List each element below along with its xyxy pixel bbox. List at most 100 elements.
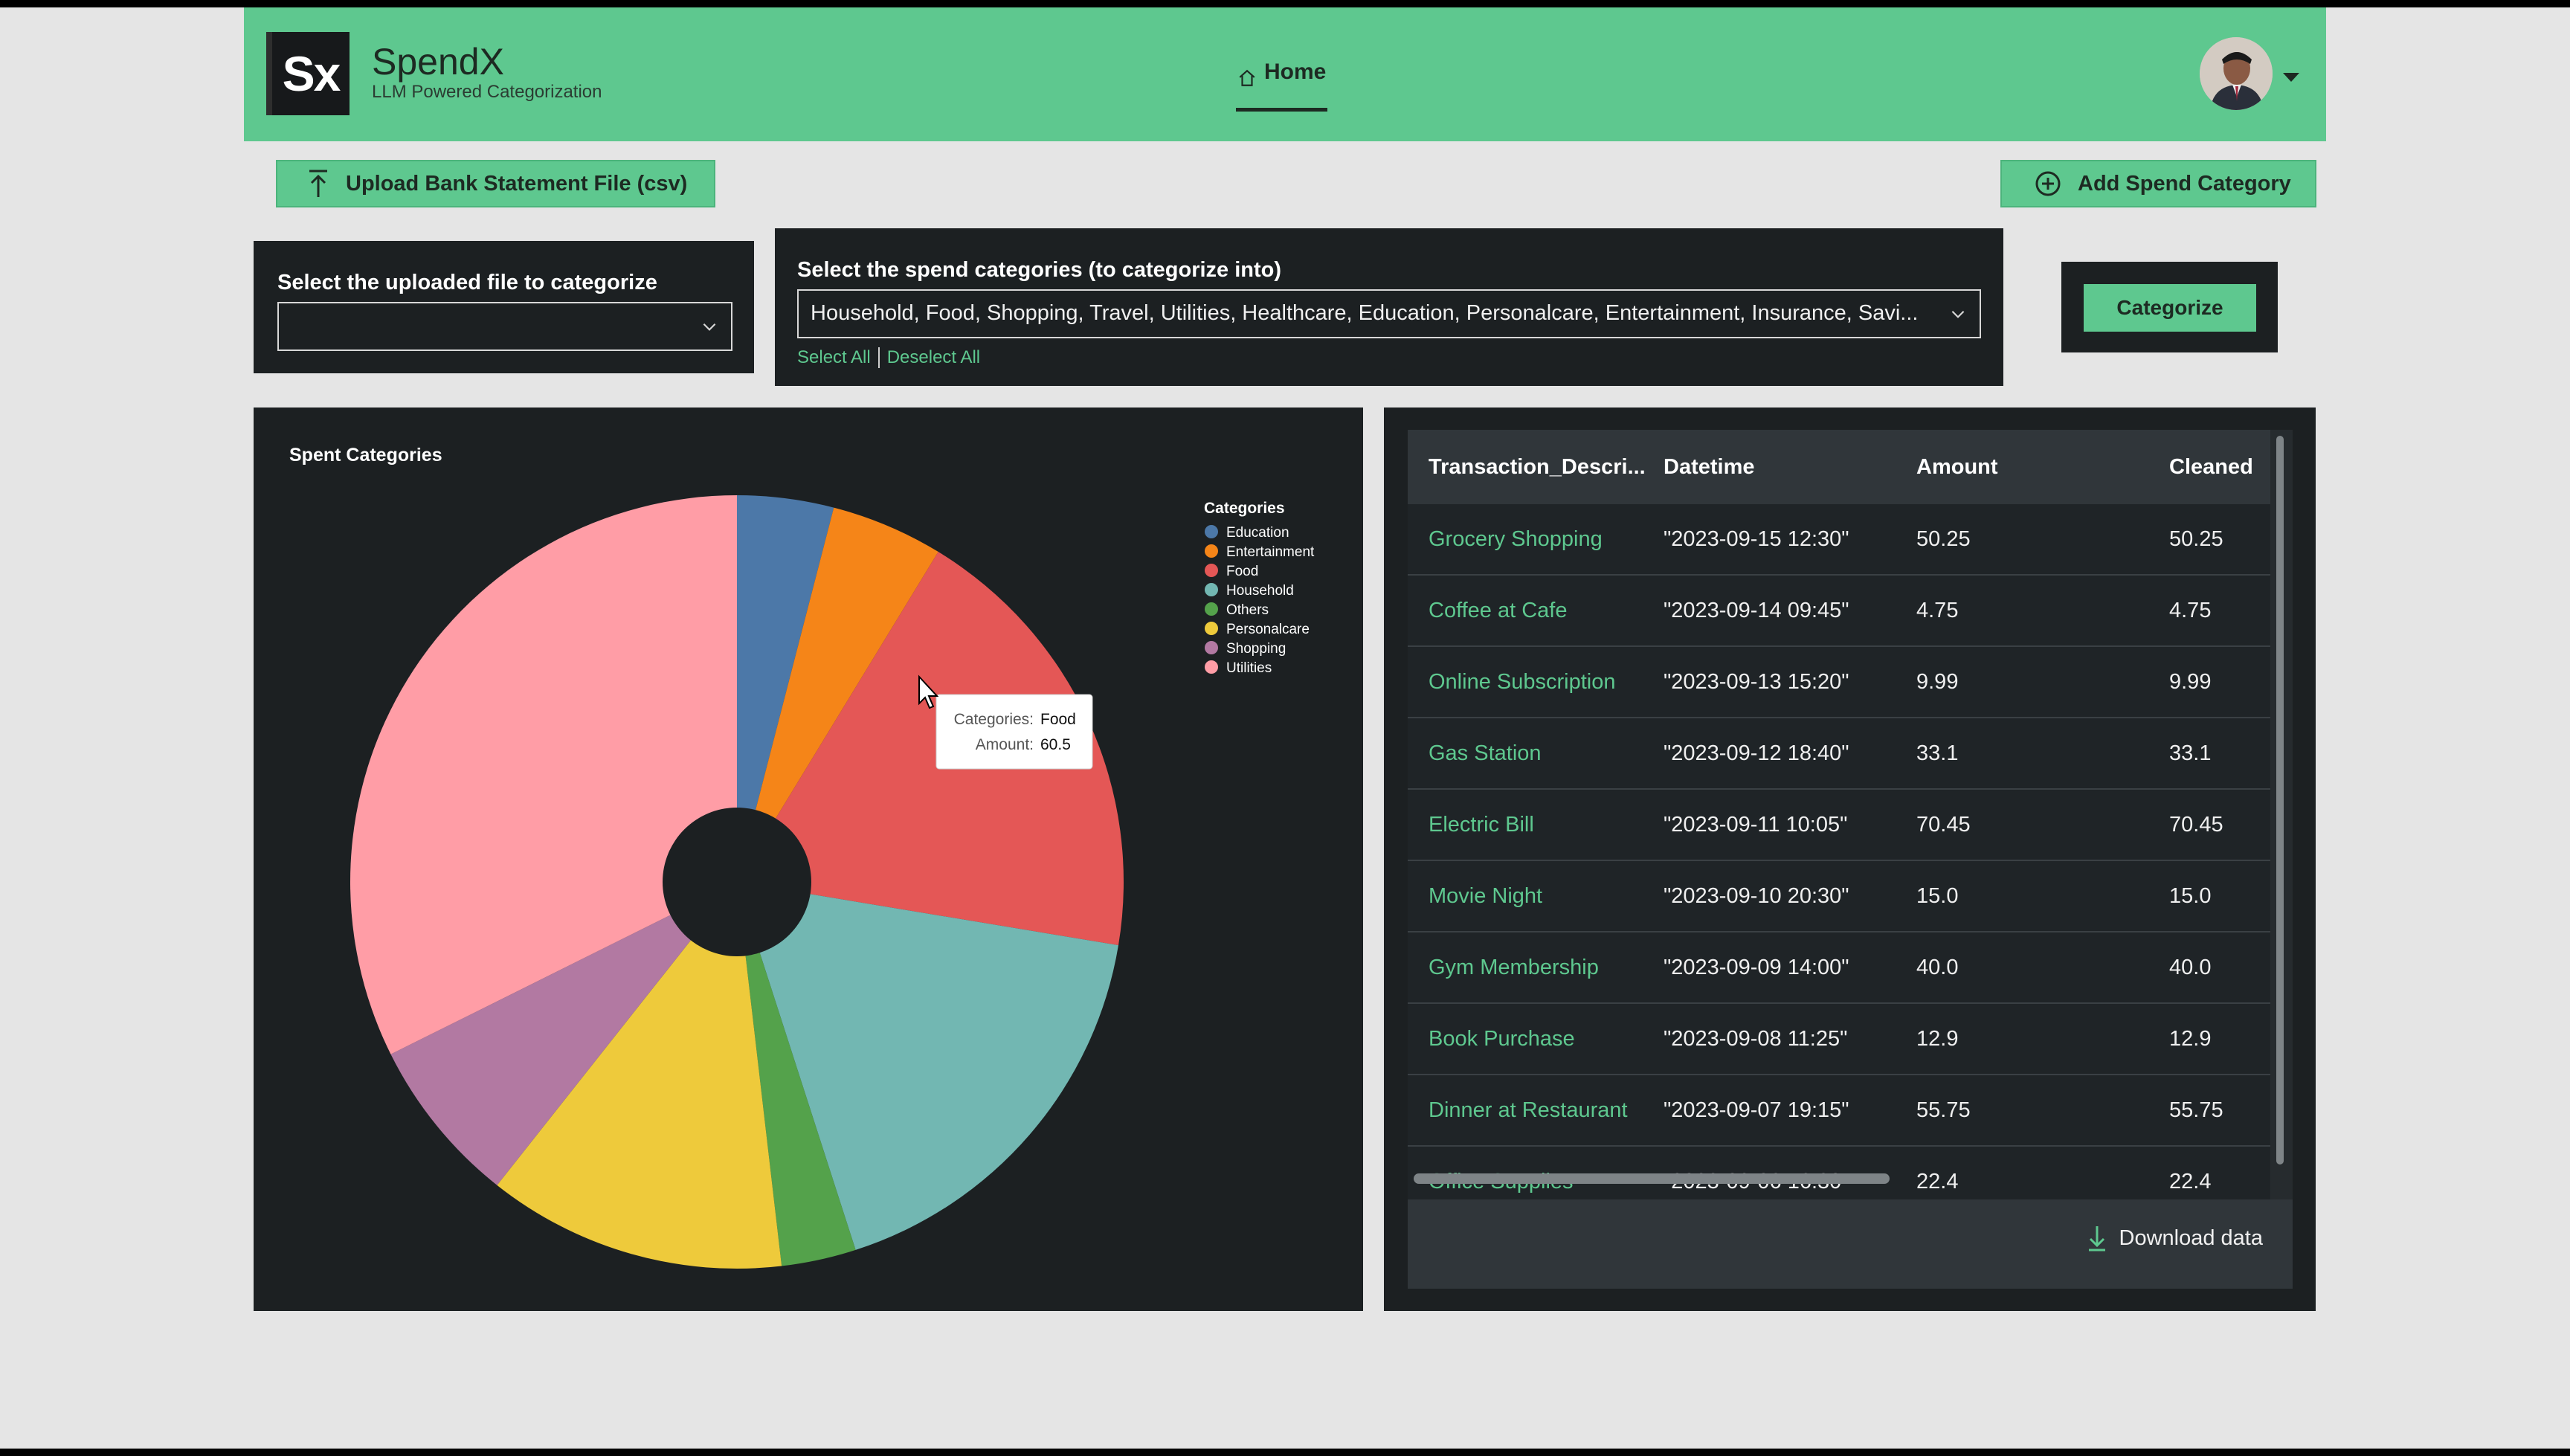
app-logo: Sx (266, 32, 350, 115)
row-amount: 55.75 (1916, 1098, 1971, 1122)
row-datetime: "2023-09-10 20:30" (1664, 883, 1849, 908)
plus-circle-icon (2035, 171, 2061, 196)
row-description: Grocery Shopping (1429, 526, 1603, 551)
select-links: Select All Deselect All (797, 347, 980, 368)
table-row[interactable]: Movie Night "2023-09-10 20:30" 15.0 15.0 (1408, 861, 2270, 932)
table-row[interactable]: Online Subscription "2023-09-13 15:20" 9.9… (1408, 647, 2270, 718)
row-amount: 9.99 (1916, 669, 1959, 694)
legend-swatch-personalcare (1205, 622, 1218, 635)
category-multiselect-value: Household, Food, Shopping, Travel, Utili… (811, 301, 1919, 325)
legend-label-personalcare[interactable]: Personalcare (1226, 622, 1310, 637)
add-spend-category-button[interactable]: Add Spend Category (2000, 160, 2316, 207)
legend-swatch-utilities (1205, 660, 1218, 674)
row-cleaned: 33.1 (2169, 741, 2212, 765)
row-description: Coffee at Cafe (1429, 598, 1568, 622)
nav-tab-home[interactable]: Home (1236, 59, 1328, 112)
row-datetime: "2023-09-12 18:40" (1664, 741, 1849, 765)
legend-label-entertainment[interactable]: Entertainment (1226, 544, 1315, 560)
legend-label-shopping[interactable]: Shopping (1226, 641, 1286, 657)
chevron-down-icon (703, 323, 716, 331)
legend-swatch-others (1205, 602, 1218, 616)
spent-categories-chart: Spent Categories Categories Education Ente… (254, 408, 1363, 1311)
row-description: Online Subscription (1429, 669, 1616, 694)
tooltip-amount-label: Amount: (976, 736, 1034, 753)
table-row[interactable]: Coffee at Cafe "2023-09-14 09:45" 4.75 4.75 (1408, 576, 2270, 647)
categorize-button[interactable]: Categorize (2084, 284, 2256, 332)
tooltip-amount-value: 60.5 (1040, 736, 1071, 753)
app-name: SpendX (372, 41, 504, 83)
legend-swatch-entertainment (1205, 544, 1218, 558)
app-header: Sx SpendX LLM Powered Categorization Hom… (244, 7, 2326, 141)
row-description: Gas Station (1429, 741, 1542, 765)
legend-swatch-shopping (1205, 641, 1218, 654)
upload-button-label: Upload Bank Statement File (csv) (346, 171, 688, 196)
logo-text: Sx (282, 46, 341, 101)
legend-swatch-household (1205, 583, 1218, 596)
transactions-table-card: Transaction_Descri... Datetime Amount Cl… (1384, 408, 2316, 1311)
row-datetime: "2023-09-14 09:45" (1664, 598, 1849, 622)
window-bottom-edge (0, 1449, 2570, 1456)
download-data-label: Download data (2119, 1225, 2263, 1250)
category-select-card: Select the spend categories (to categori… (775, 228, 2003, 386)
transactions-table: Transaction_Descri... Datetime Amount Cl… (1408, 430, 2293, 1289)
file-select-dropdown[interactable] (277, 302, 732, 351)
table-footer: Download data (1408, 1199, 2293, 1289)
table-row[interactable]: Grocery Shopping "2023-09-15 12:30" 50.25 5… (1408, 504, 2270, 576)
table-row[interactable]: Dinner at Restaurant "2023-09-07 19:15" 55… (1408, 1075, 2270, 1147)
download-icon (2088, 1226, 2105, 1252)
column-header-description[interactable]: Transaction_Descri... (1408, 455, 1661, 480)
row-description: Book Purchase (1429, 1026, 1575, 1051)
tooltip-box (935, 694, 1093, 770)
row-description: Dinner at Restaurant (1429, 1098, 1628, 1122)
table-row[interactable]: Gas Station "2023-09-12 18:40" 33.1 33.1 (1408, 718, 2270, 790)
row-cleaned: 15.0 (2169, 883, 2212, 908)
file-select-label: Select the uploaded file to categorize (277, 271, 657, 294)
app-subtitle: LLM Powered Categorization (372, 82, 602, 102)
vertical-scrollbar[interactable] (2276, 436, 2284, 1165)
legend-title: Categories (1204, 500, 1285, 517)
upload-bank-statement-button[interactable]: Upload Bank Statement File (csv) (276, 160, 715, 207)
legend-label-utilities[interactable]: Utilities (1226, 660, 1272, 676)
file-select-card: Select the uploaded file to categorize (254, 241, 754, 373)
row-amount: 4.75 (1916, 598, 1959, 622)
row-amount: 33.1 (1916, 741, 1959, 765)
upload-icon (309, 170, 327, 197)
user-menu-caret-icon[interactable] (2283, 73, 2299, 82)
window-top-edge (0, 0, 2570, 7)
table-row[interactable]: Book Purchase "2023-09-08 11:25" 12.9 12.9 (1408, 1004, 2270, 1075)
row-description: Electric Bill (1429, 812, 1534, 837)
deselect-all-link[interactable]: Deselect All (887, 347, 980, 368)
legend-label-education[interactable]: Education (1226, 525, 1289, 541)
tooltip-category-value: Food (1040, 711, 1076, 728)
table-row[interactable]: Gym Membership "2023-09-09 14:00" 40.0 40.0 (1408, 932, 2270, 1004)
categorize-card: Categorize (2061, 262, 2278, 352)
row-cleaned: 9.99 (2169, 669, 2212, 694)
horizontal-scrollbar[interactable] (1414, 1173, 1890, 1184)
legend-label-food[interactable]: Food (1226, 564, 1258, 579)
user-avatar[interactable] (2200, 37, 2273, 110)
row-amount: 15.0 (1916, 883, 1959, 908)
row-cleaned: 12.9 (2169, 1026, 2212, 1051)
column-header-datetime[interactable]: Datetime (1661, 455, 1913, 480)
row-amount: 50.25 (1916, 526, 1971, 551)
legend-label-household[interactable]: Household (1226, 583, 1294, 599)
row-datetime: "2023-09-07 19:15" (1664, 1098, 1849, 1122)
row-cleaned: 55.75 (2169, 1098, 2223, 1122)
row-amount: 70.45 (1916, 812, 1971, 837)
legend-label-others[interactable]: Others (1226, 602, 1269, 618)
avatar-image (2200, 37, 2273, 110)
download-data-button[interactable]: Download data (2087, 1225, 2263, 1252)
column-header-cleaned[interactable]: Cleaned (2166, 455, 2270, 480)
row-amount: 12.9 (1916, 1026, 1959, 1051)
column-header-amount[interactable]: Amount (1913, 455, 2166, 480)
tooltip-category-label: Categories: (954, 711, 1034, 728)
row-datetime: "2023-09-08 11:25" (1664, 1026, 1848, 1051)
legend-swatch-education (1205, 525, 1218, 538)
category-multiselect[interactable]: Household, Food, Shopping, Travel, Utili… (797, 289, 1981, 338)
link-separator (877, 347, 880, 368)
table-row[interactable]: Electric Bill "2023-09-11 10:05" 70.45 70.4… (1408, 790, 2270, 861)
select-all-link[interactable]: Select All (797, 347, 871, 368)
chart-title: Spent Categories (289, 445, 442, 466)
table-body: Grocery Shopping "2023-09-15 12:30" 50.25 5… (1408, 504, 2270, 1218)
home-icon (1239, 69, 1255, 86)
